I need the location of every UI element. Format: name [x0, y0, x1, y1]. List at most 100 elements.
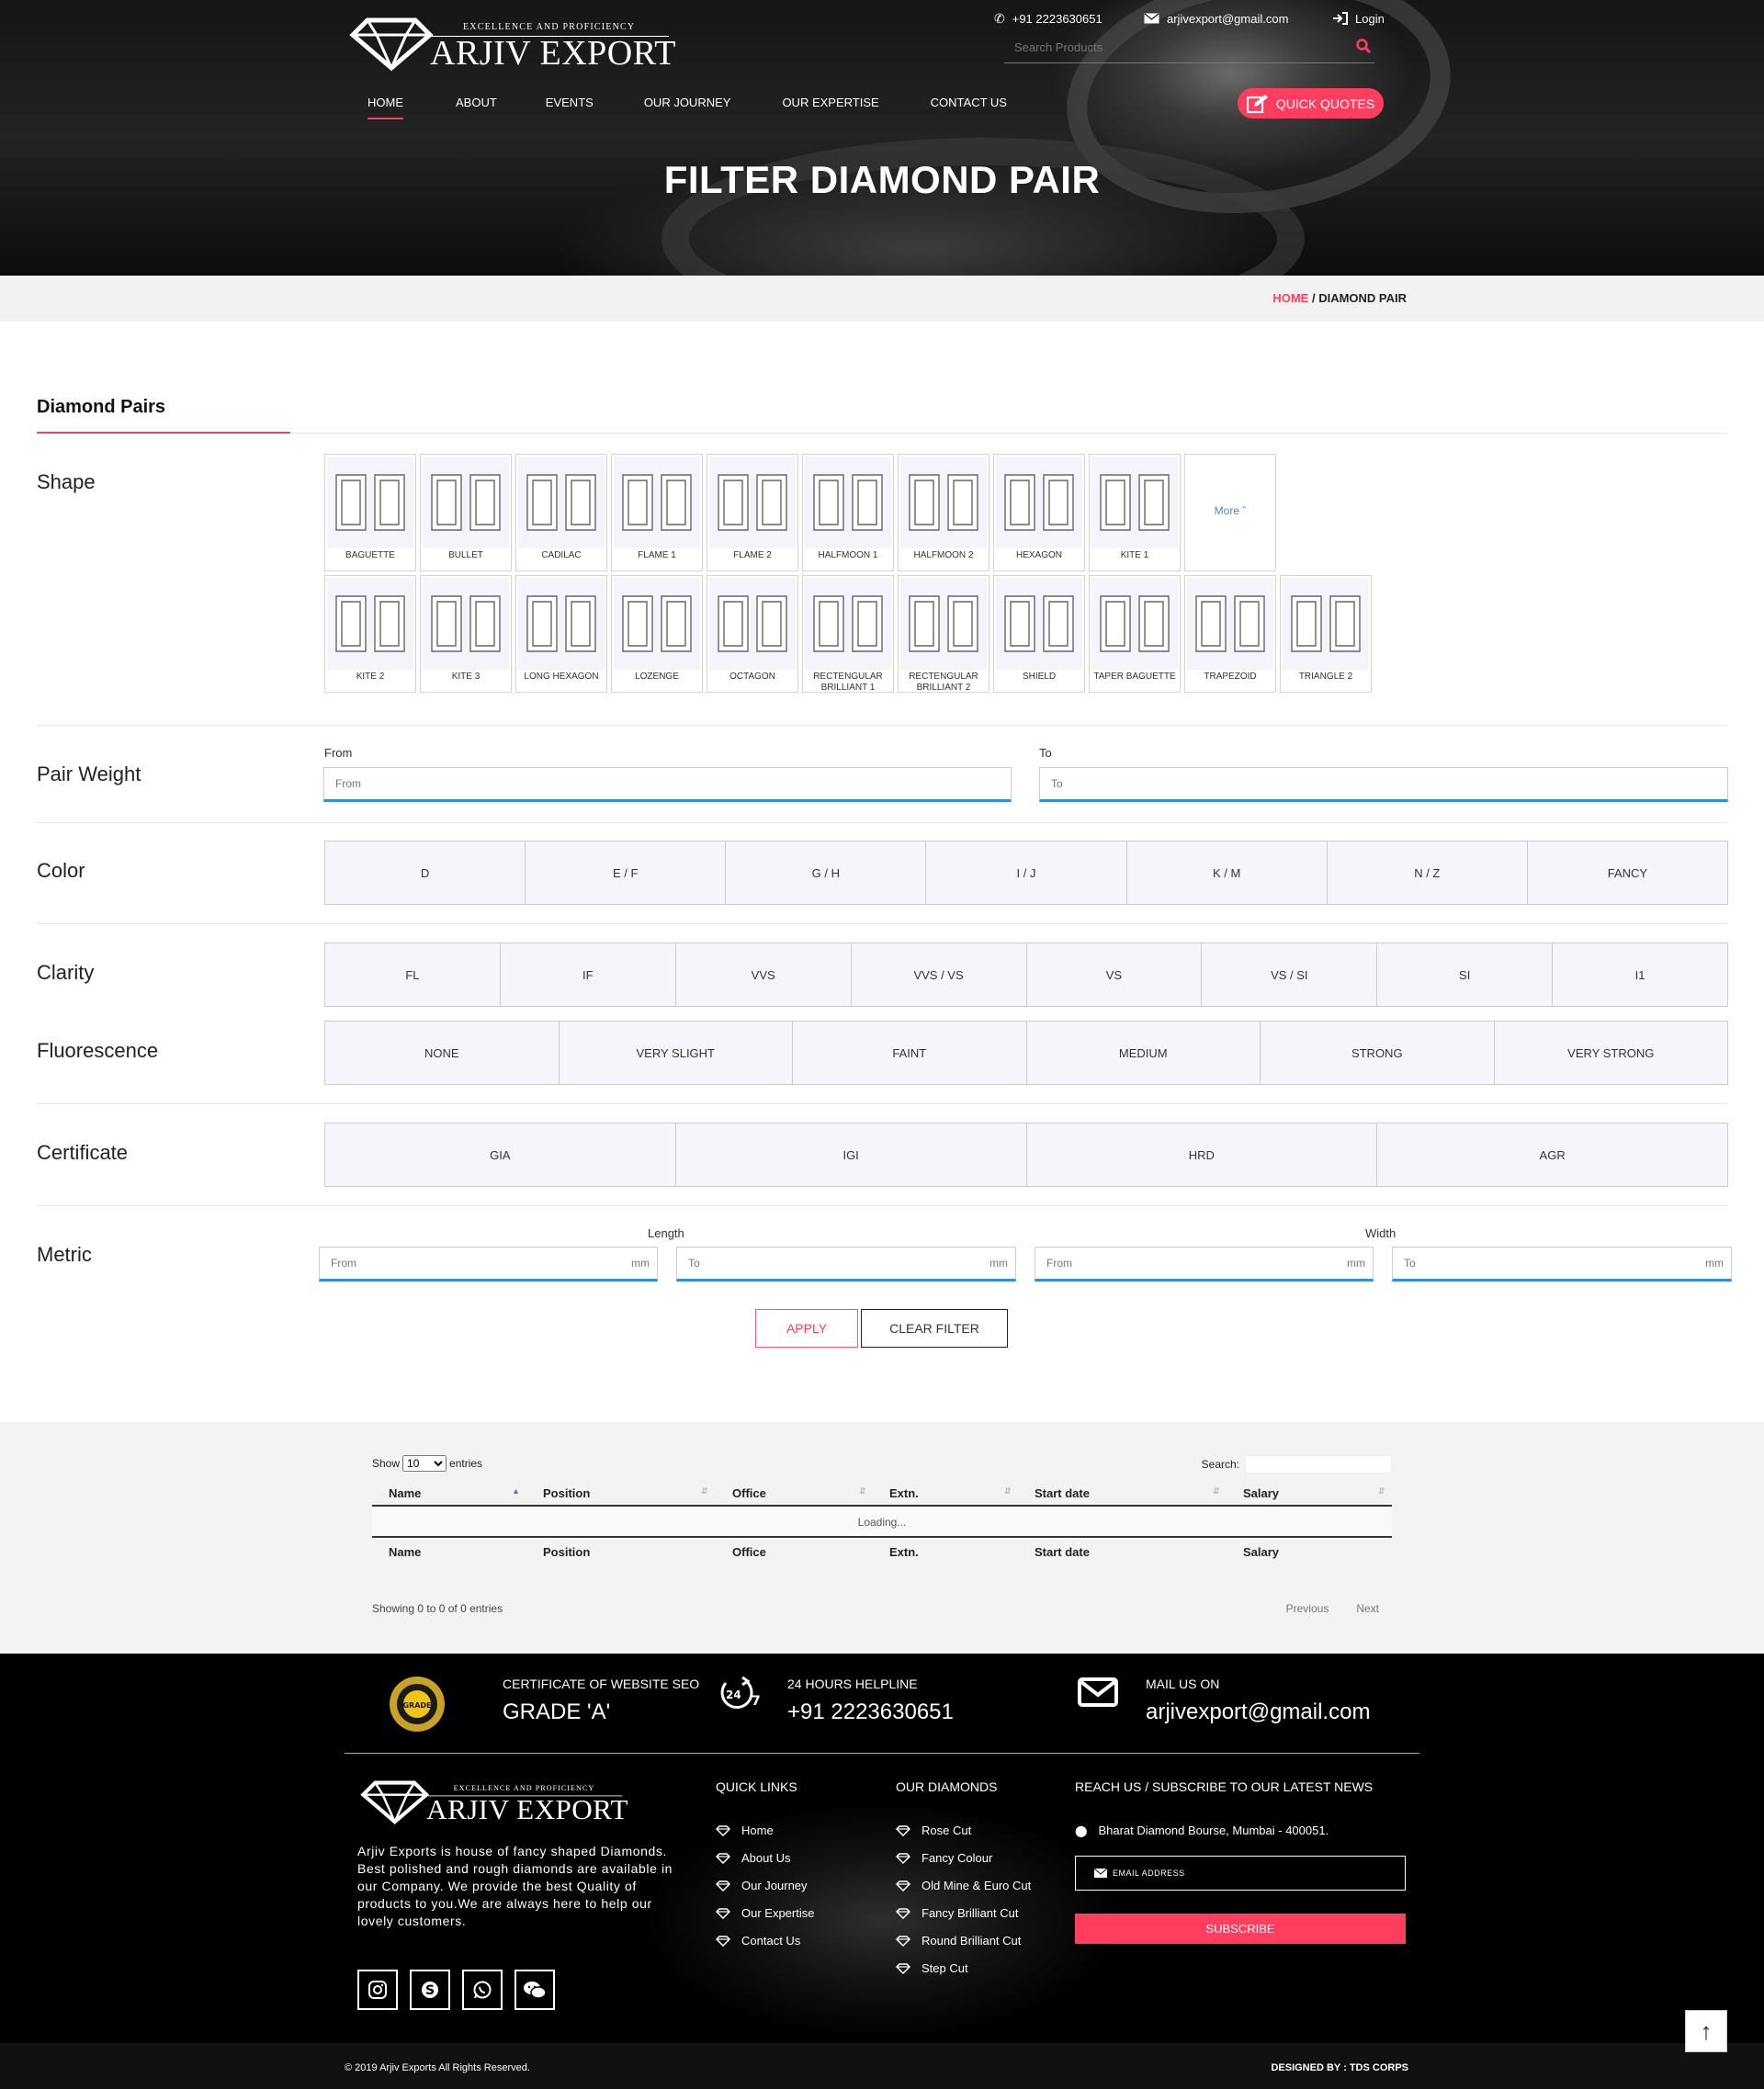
shape-option-bullet[interactable]: BULLET [420, 454, 512, 571]
width-from-input[interactable]: mm [1035, 1247, 1374, 1282]
nav-home[interactable]: HOME [368, 92, 403, 119]
fluorescence-option[interactable]: NONE [325, 1022, 560, 1084]
clarity-option[interactable]: I1 [1553, 943, 1727, 1006]
quick-quotes-button[interactable]: QUICK QUOTES [1238, 88, 1384, 119]
color-option[interactable]: E / F [526, 841, 727, 904]
fluorescence-option[interactable]: STRONG [1261, 1022, 1495, 1084]
pair-weight-from-input[interactable] [323, 767, 1012, 802]
shape-option-hexagon[interactable]: HEXAGON [993, 454, 1085, 571]
shape-option-halfmoon-2[interactable]: HALFMOON 2 [898, 454, 989, 571]
length-from-input[interactable]: mm [319, 1247, 658, 1282]
certificate-option[interactable]: AGR [1377, 1124, 1727, 1186]
shape-option-triangle-2[interactable]: TRIANGLE 2 [1280, 575, 1372, 693]
subscribe-button[interactable]: SUBSCRIBE [1075, 1914, 1406, 1944]
shape-option-lozenge[interactable]: LOZENGE [611, 575, 703, 693]
shape-option-octagon[interactable]: OCTAGON [707, 575, 798, 693]
wechat-link[interactable] [514, 1970, 555, 2010]
shape-option-shield[interactable]: SHIELD [993, 575, 1085, 693]
shape-option-halfmoon-1[interactable]: HALFMOON 1 [802, 454, 894, 571]
col-position[interactable]: Position [543, 1486, 590, 1500]
shape-option-baguette[interactable]: BAGUETTE [324, 454, 416, 571]
certificate-option[interactable]: GIA [325, 1124, 676, 1186]
diamond-link[interactable]: Step Cut [896, 1955, 1031, 1982]
quick-link[interactable]: Home [716, 1817, 814, 1845]
fluorescence-option[interactable]: VERY SLIGHT [559, 1022, 793, 1084]
color-option[interactable]: I / J [926, 841, 1127, 904]
quick-link[interactable]: Our Journey [716, 1872, 814, 1900]
entries-select[interactable]: 10 [402, 1455, 447, 1472]
width-to-field[interactable] [1393, 1248, 1731, 1279]
search-input[interactable] [1004, 34, 1344, 60]
footer-logo[interactable]: EXCELLENCE AND PROFICIENCY ARJIV EXPORT [360, 1777, 628, 1825]
apply-button[interactable]: APPLY [755, 1309, 858, 1348]
shape-option-rectengular-brilliant-2[interactable]: RECTENGULAR BRILLIANT 2 [898, 575, 989, 693]
next-button[interactable]: Next [1356, 1602, 1379, 1615]
diamond-link[interactable]: Round Brilliant Cut [896, 1927, 1031, 1955]
diamond-link[interactable]: Fancy Colour [896, 1845, 1031, 1872]
shape-option-kite-1[interactable]: KITE 1 [1089, 454, 1181, 571]
previous-button[interactable]: Previous [1286, 1602, 1329, 1615]
mail-value[interactable]: arjivexport@gmail.com [1146, 1699, 1370, 1725]
fluorescence-option[interactable]: MEDIUM [1026, 1022, 1261, 1084]
shape-option-kite-3[interactable]: KITE 3 [420, 575, 512, 693]
quick-link[interactable]: Our Expertise [716, 1900, 814, 1927]
color-option[interactable]: G / H [726, 841, 927, 904]
newsletter-email-input[interactable]: EMAIL ADDRESS [1075, 1856, 1406, 1891]
more-shapes-button[interactable]: More ˆ [1184, 454, 1276, 571]
color-option[interactable]: FANCY [1527, 841, 1727, 904]
length-from-field[interactable] [320, 1248, 657, 1279]
width-to-input[interactable]: mm [1392, 1247, 1732, 1282]
clarity-option[interactable]: VVS / VS [851, 943, 1027, 1006]
clarity-option[interactable]: FL [325, 943, 501, 1006]
helpline-value[interactable]: +91 2223630651 [787, 1699, 954, 1725]
nav-our-expertise[interactable]: OUR EXPERTISE [782, 92, 878, 119]
certificate-option[interactable]: IGI [675, 1124, 1027, 1186]
nav-contact-us[interactable]: CONTACT US [931, 92, 1007, 119]
instagram-link[interactable] [357, 1970, 398, 2010]
nav-about[interactable]: ABOUT [456, 92, 497, 119]
clarity-option[interactable]: IF [500, 943, 676, 1006]
col-salary[interactable]: Salary [1243, 1486, 1279, 1500]
logo[interactable]: EXCELLENCE AND PROFICIENCY ARJIV EXPORT [349, 13, 676, 73]
skype-link[interactable]: S [410, 1970, 450, 2010]
certificate-option[interactable]: HRD [1026, 1124, 1378, 1186]
quick-link[interactable]: About Us [716, 1845, 814, 1872]
whatsapp-link[interactable] [462, 1970, 503, 2010]
color-option[interactable]: K / M [1126, 841, 1328, 904]
color-option[interactable]: D [325, 841, 526, 904]
clarity-option[interactable]: VVS [675, 943, 852, 1006]
table-search-input[interactable] [1245, 1455, 1392, 1474]
width-from-field[interactable] [1035, 1248, 1373, 1279]
header-phone[interactable]: ✆ +91 2223630651 [994, 10, 1102, 27]
login-link[interactable]: Login [1332, 10, 1385, 27]
scroll-to-top-button[interactable]: ↑ [1685, 2010, 1727, 2052]
shape-option-taper-baguette[interactable]: TAPER BAGUETTE [1089, 575, 1181, 693]
shape-option-rectengular-brilliant-1[interactable]: RECTENGULAR BRILLIANT 1 [802, 575, 894, 693]
breadcrumb-home[interactable]: HOME [1272, 291, 1308, 305]
nav-our-journey[interactable]: OUR JOURNEY [644, 92, 731, 119]
shape-option-trapezoid[interactable]: TRAPEZOID [1184, 575, 1276, 693]
clarity-option[interactable]: VS [1026, 943, 1203, 1006]
search-icon[interactable] [1356, 39, 1371, 53]
shape-option-flame-1[interactable]: FLAME 1 [611, 454, 703, 571]
designed-by[interactable]: DESIGNED BY : TDS CORPS [1271, 2062, 1408, 2073]
length-to-field[interactable] [677, 1248, 1015, 1279]
shape-option-long-hexagon[interactable]: LONG HEXAGON [515, 575, 607, 693]
shape-option-kite-2[interactable]: KITE 2 [324, 575, 416, 693]
header-email[interactable]: arjivexport@gmail.com [1144, 10, 1288, 27]
fluorescence-option[interactable]: FAINT [793, 1022, 1027, 1084]
col-extn[interactable]: Extn. [889, 1486, 919, 1500]
clarity-option[interactable]: VS / SI [1202, 943, 1378, 1006]
color-option[interactable]: N / Z [1327, 841, 1528, 904]
diamond-link[interactable]: Old Mine & Euro Cut [896, 1872, 1031, 1900]
diamond-link[interactable]: Fancy Brilliant Cut [896, 1900, 1031, 1927]
pair-weight-to-input[interactable] [1039, 767, 1728, 802]
shape-option-flame-2[interactable]: FLAME 2 [707, 454, 798, 571]
col-name[interactable]: Name [389, 1486, 421, 1500]
pair-weight-from-field[interactable] [324, 768, 1011, 799]
nav-events[interactable]: EVENTS [546, 92, 594, 119]
col-office[interactable]: Office [732, 1486, 766, 1500]
pair-weight-to-field[interactable] [1040, 768, 1727, 799]
col-start-date[interactable]: Start date [1035, 1486, 1090, 1500]
diamond-link[interactable]: Rose Cut [896, 1817, 1031, 1845]
